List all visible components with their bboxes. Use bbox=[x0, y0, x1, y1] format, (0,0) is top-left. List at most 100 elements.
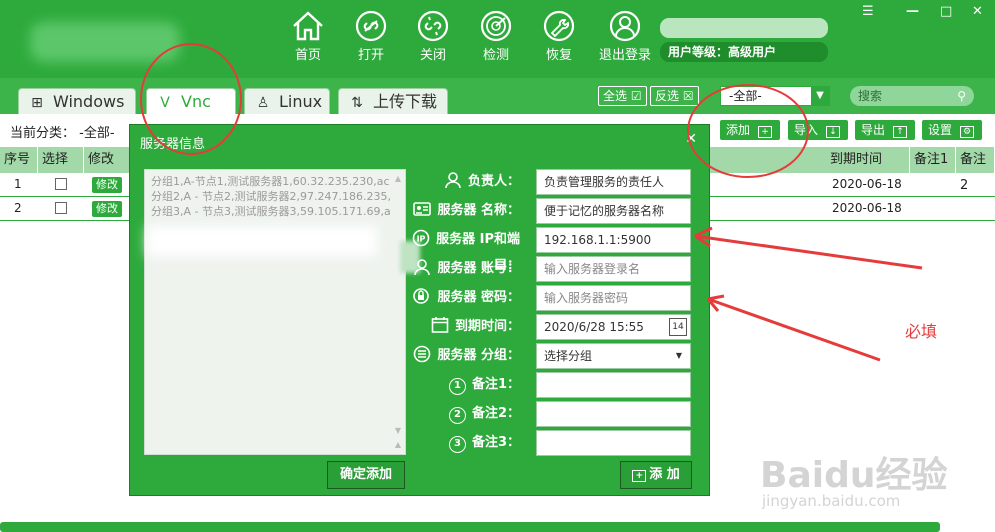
check-box-icon: ☑ bbox=[630, 89, 642, 103]
server-name-input[interactable]: 便于记忆的服务器名称 bbox=[536, 198, 691, 224]
download-icon: ↓ bbox=[826, 126, 841, 138]
svg-text:IP: IP bbox=[417, 234, 426, 243]
expire-input[interactable]: 2020/6/28 15:55 14 bbox=[536, 314, 691, 340]
col-modify[interactable]: 修改 bbox=[84, 147, 130, 173]
row-expire: 2020-06-18 bbox=[832, 177, 902, 191]
date-picker-icon[interactable]: 14 bbox=[669, 318, 687, 336]
current-category: 当前分类： -全部- bbox=[10, 122, 115, 141]
list-icon bbox=[414, 345, 431, 362]
category-label: 当前分类： bbox=[10, 126, 76, 141]
watermark-logo: Baidu经验 bbox=[760, 455, 948, 496]
col-select[interactable]: 选择 bbox=[38, 147, 84, 173]
group-select-value: 选择分组 bbox=[544, 349, 593, 363]
group-label-text: 服务器 分组： bbox=[437, 348, 520, 363]
search-icon[interactable]: ⚲ bbox=[957, 86, 966, 106]
invert-select-button[interactable]: 反选 ☒ bbox=[650, 86, 699, 106]
dialog-close-icon[interactable]: ✕ bbox=[685, 131, 697, 147]
tab-linux[interactable]: ♙ Linux bbox=[244, 88, 330, 114]
open-button[interactable]: 打开 bbox=[341, 8, 401, 68]
detect-button[interactable]: 检测 bbox=[466, 8, 526, 68]
col-index[interactable]: 序号 bbox=[0, 147, 38, 173]
tab-bar: ⊞ Windows Ⅴ Vnc ♙ Linux ⇅ 上传下载 全选 ☑ 反选 ☒ bbox=[0, 78, 995, 114]
add-button[interactable]: + 添 加 bbox=[620, 461, 692, 489]
filter-select[interactable]: -全部- ▼ bbox=[720, 86, 830, 106]
app-logo bbox=[30, 22, 180, 62]
circle-3-icon: 3 bbox=[448, 436, 466, 453]
settings-label: 设置 bbox=[928, 123, 953, 137]
tab-windows[interactable]: ⊞ Windows bbox=[18, 88, 136, 114]
col-expire[interactable]: 到期时间 bbox=[826, 147, 910, 173]
owner-label-text: 负责人： bbox=[467, 174, 520, 189]
calendar-icon bbox=[431, 316, 449, 333]
tab-vnc-label: Vnc bbox=[181, 92, 211, 111]
row-checkbox[interactable] bbox=[55, 202, 67, 214]
search-input[interactable]: 搜索 ⚲ bbox=[850, 86, 974, 106]
invert-select-label: 反选 bbox=[655, 89, 680, 103]
group-select[interactable]: 选择分组 ▼ bbox=[536, 343, 691, 369]
linux-icon: ♙ bbox=[256, 95, 270, 111]
confirm-add-button[interactable]: 确定添加 bbox=[327, 461, 405, 489]
export-button[interactable]: 导出 ↑ bbox=[855, 120, 915, 140]
circle-1-icon: 1 bbox=[448, 378, 466, 395]
row-expire: 2020-06-18 bbox=[832, 201, 902, 215]
tab-linux-label: Linux bbox=[279, 92, 323, 111]
arrow-to-password bbox=[706, 294, 881, 362]
import-line: 分组1,A-节点1,测试服务器1,60.32.235.230,ac bbox=[151, 175, 390, 188]
dropdown-arrow-icon[interactable]: ▼ bbox=[676, 344, 682, 368]
select-all-button[interactable]: 全选 ☑ bbox=[598, 86, 647, 106]
menu-icon[interactable]: ☰ bbox=[862, 4, 874, 19]
chevron-down-icon[interactable]: ▼ bbox=[811, 87, 829, 105]
home-button[interactable]: 首页 bbox=[278, 8, 338, 68]
settings-button[interactable]: 设置 ⚙ bbox=[922, 120, 982, 140]
col-note1[interactable]: 备注1 bbox=[910, 147, 956, 173]
owner-input[interactable]: 负责管理服务的责任人 bbox=[536, 169, 691, 195]
note1-row: 1 备注1： bbox=[400, 372, 692, 398]
logout-label: 退出登录 bbox=[598, 48, 651, 63]
col-note2[interactable]: 备注2 bbox=[956, 147, 995, 193]
bottom-scrollbar[interactable] bbox=[0, 522, 940, 532]
restore-button[interactable]: 恢复 bbox=[529, 8, 589, 68]
import-line: 分组3,A - 节点3,测试服务器3,59.105.171.69,a bbox=[151, 205, 391, 218]
ip-label: IP 服务器 IP和端口： bbox=[400, 227, 528, 273]
arrow-to-ip bbox=[694, 226, 923, 270]
name-label: 服务器 名称： bbox=[400, 198, 528, 224]
minimize-icon[interactable]: — bbox=[906, 4, 919, 19]
upload-icon: ↑ bbox=[893, 126, 908, 138]
password-label-text: 服务器 密码： bbox=[437, 290, 520, 305]
ip-icon: IP bbox=[412, 229, 430, 246]
close-label: 关闭 bbox=[419, 48, 446, 63]
row-index: 2 bbox=[14, 201, 22, 215]
password-input[interactable]: 输入服务器密码 bbox=[536, 285, 691, 311]
server-info-dialog: 服务器信息 ✕ 分组1,A-节点1,测试服务器1,60.32.235.230,a… bbox=[129, 124, 710, 496]
owner-row: 负责人： 负责管理服务的责任人 bbox=[400, 169, 692, 195]
category-value[interactable]: -全部- bbox=[79, 126, 114, 141]
note2-input[interactable] bbox=[536, 401, 691, 427]
expire-row: 到期时间： 2020/6/28 15:55 14 bbox=[400, 314, 692, 340]
row-checkbox[interactable] bbox=[55, 178, 67, 190]
tab-vnc[interactable]: Ⅴ Vnc bbox=[146, 88, 236, 114]
close-button[interactable]: 关闭 bbox=[403, 8, 463, 68]
window-close-icon[interactable]: ✕ bbox=[972, 4, 983, 19]
note2-label: 2 备注2： bbox=[400, 401, 528, 427]
note2-row: 2 备注2： bbox=[400, 401, 692, 427]
import-button[interactable]: 导入 ↓ bbox=[788, 120, 848, 140]
expire-value: 2020/6/28 15:55 bbox=[544, 320, 644, 334]
open-label: 打开 bbox=[357, 48, 384, 63]
maximize-icon[interactable]: □ bbox=[940, 4, 952, 19]
ip-port-input[interactable]: 192.168.1.1:5900 bbox=[536, 227, 691, 253]
add-icon: + bbox=[758, 126, 773, 138]
row-modify-button[interactable]: 修改 bbox=[92, 177, 122, 193]
id-card-icon bbox=[413, 201, 432, 216]
logout-button[interactable]: 退出登录 bbox=[593, 8, 657, 68]
note1-input[interactable] bbox=[536, 372, 691, 398]
dialog-title: 服务器信息 bbox=[140, 137, 206, 152]
header-bar: 首页 打开 关闭 检测 恢复 退出登录 用户等级：高级用户 ☰ — □ ✕ bbox=[0, 0, 995, 78]
note3-input[interactable] bbox=[536, 430, 691, 456]
row-modify-button[interactable]: 修改 bbox=[92, 201, 122, 217]
account-input[interactable]: 输入服务器登录名 bbox=[536, 256, 691, 282]
tab-transfer[interactable]: ⇅ 上传下载 bbox=[338, 88, 448, 114]
account-icon bbox=[414, 258, 431, 275]
watermark-url: jingyan.baidu.com bbox=[762, 492, 901, 510]
bulk-import-textarea[interactable]: 分组1,A-节点1,测试服务器1,60.32.235.230,ac 分组2,A … bbox=[144, 169, 406, 455]
add-server-button[interactable]: 添加 + bbox=[720, 120, 780, 140]
